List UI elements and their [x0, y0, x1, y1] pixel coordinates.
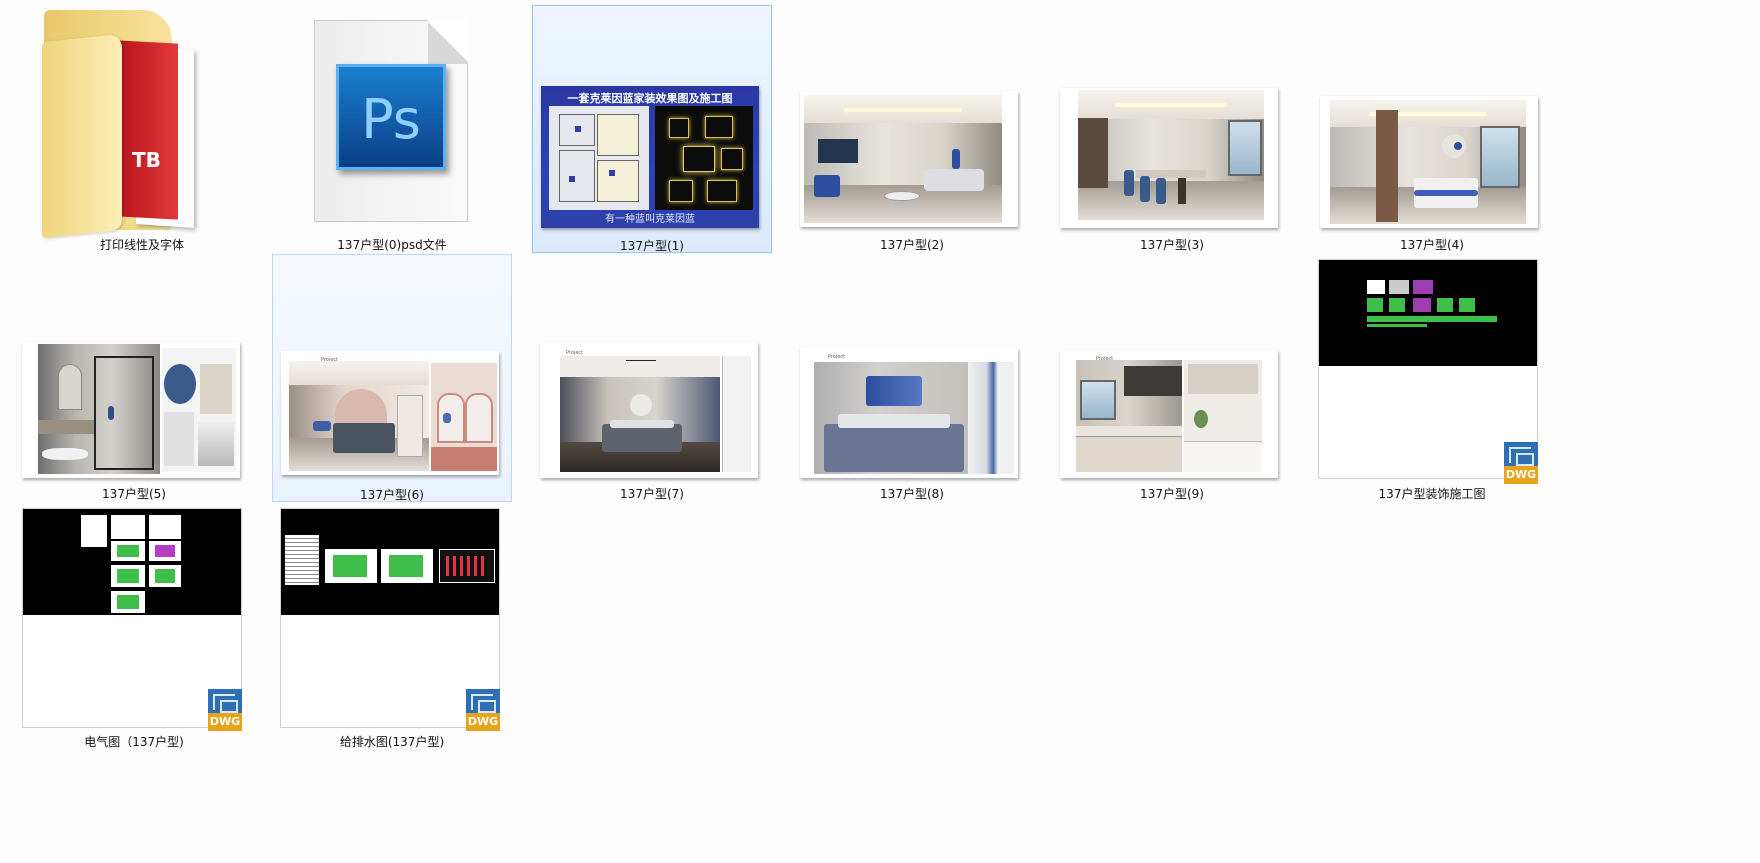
dwg-file-icon: DWG [208, 689, 242, 731]
thumbnail-kids-bedroom: Project [281, 351, 499, 475]
file-label: 137户型(1) [620, 239, 684, 253]
file-label: 电气图（137户型) [84, 735, 184, 749]
file-label: 137户型(6) [360, 488, 424, 502]
thumbnail-bathroom [22, 342, 240, 478]
file-item-img1[interactable]: 一套克莱因蓝家装效果图及施工图 有一种蓝叫克莱因蓝 137户型(1) [532, 5, 772, 253]
file-label: 137户型(2) [880, 238, 944, 252]
file-label: 137户型(3) [1140, 238, 1204, 252]
thumbnail-guest-bedroom: Project [800, 348, 1018, 478]
cover-caption: 有一种蓝叫克莱因蓝 [605, 214, 695, 225]
ps-glyph: Ps [361, 88, 421, 151]
dwg-file-icon: DWG [466, 689, 500, 731]
thumbnail-secondary-bedroom: Project [540, 342, 758, 478]
photoshop-file-icon: Ps [314, 20, 468, 222]
thumbnail-klein-blue-cover: 一套克莱因蓝家装效果图及施工图 有一种蓝叫克莱因蓝 [541, 86, 759, 228]
folder-with-pdf-icon: TB [40, 8, 200, 240]
file-item-img7[interactable]: Project 137户型(7) [532, 254, 772, 502]
file-label: 137户型(9) [1140, 487, 1204, 501]
file-item-folder[interactable]: TB 打印线性及字体 [22, 4, 262, 252]
file-label: 137户型(4) [1400, 238, 1464, 252]
file-item-dwg-decoration[interactable]: DWG 137户型装饰施工图 [1312, 254, 1552, 502]
file-label: 给排水图(137户型) [339, 735, 445, 749]
file-item-img2[interactable]: 137户型(2) [792, 4, 1032, 252]
file-item-dwg-plumbing[interactable]: DWG 给排水图(137户型) [272, 503, 512, 751]
file-item-dwg-electrical[interactable]: DWG 电气图（137户型) [14, 503, 254, 751]
thumbnail-living-room [800, 91, 1018, 227]
file-label: 137户型装饰施工图 [1378, 487, 1486, 501]
file-item-img4[interactable]: Project 137户型(4) [1312, 4, 1552, 252]
file-label: 137户型(7) [620, 487, 684, 501]
file-label: 137户型(8) [880, 487, 944, 501]
file-label: 打印线性及字体 [99, 238, 184, 252]
thumbnail-kitchen: Project [1060, 350, 1278, 478]
file-item-img9[interactable]: Project 137户型(9) [1052, 254, 1292, 502]
file-item-img3[interactable]: 137户型(3) [1052, 4, 1292, 252]
thumbnail-master-bedroom: Project [1320, 96, 1538, 228]
file-item-img5[interactable]: 137户型(5) [14, 254, 254, 502]
cover-title: 一套克莱因蓝家装效果图及施工图 [567, 92, 733, 105]
file-label: 137户型(0)psd文件 [337, 238, 447, 252]
dwg-file-icon: DWG [1504, 442, 1538, 484]
file-item-img8[interactable]: Project 137户型(8) [792, 254, 1032, 502]
file-label: 137户型(5) [102, 487, 166, 501]
file-item-psd[interactable]: Ps 137户型(0)psd文件 [272, 4, 512, 252]
file-item-img6[interactable]: Project 137户型(6) [272, 254, 512, 502]
thumbnail-dining-room [1060, 88, 1278, 228]
